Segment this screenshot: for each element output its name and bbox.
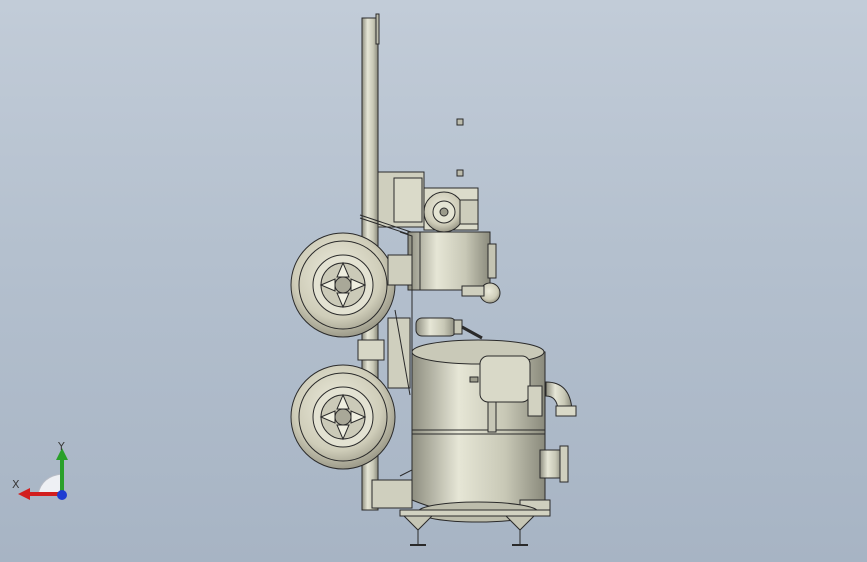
cylinder-actuator (415, 317, 483, 340)
elbow-pipe (527, 381, 577, 417)
fastener (456, 169, 464, 177)
y-axis-label: Y (57, 440, 65, 453)
lower-wheel (290, 364, 396, 470)
triad-plane (37, 473, 63, 495)
main-tank (411, 339, 551, 523)
leveling-feet (399, 509, 551, 546)
upper-wheel (290, 232, 396, 338)
x-axis-arrow (18, 488, 30, 500)
wheel-bracket (387, 254, 413, 286)
orientation-triad: Y X (12, 440, 68, 500)
fastener (456, 118, 464, 126)
graphics-viewport[interactable]: Y X (0, 0, 867, 562)
motor-housing (407, 231, 501, 304)
side-nozzle (539, 445, 569, 483)
hitch-plate (357, 339, 385, 361)
x-axis-label: X (12, 478, 20, 491)
z-axis (57, 490, 67, 500)
cad-model-view[interactable] (0, 0, 867, 562)
pump-flange (423, 187, 479, 233)
